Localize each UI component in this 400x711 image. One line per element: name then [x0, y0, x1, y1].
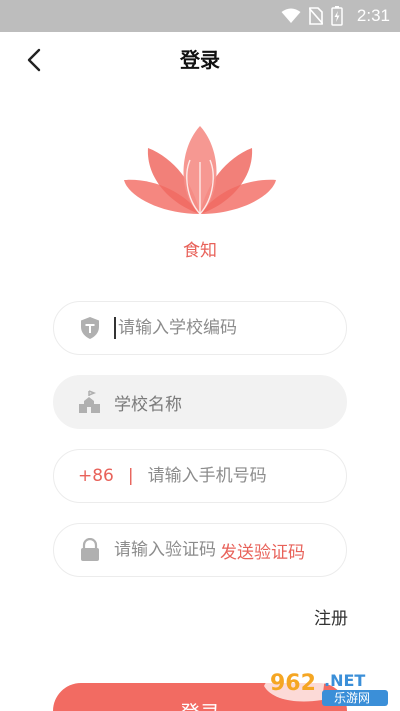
phone-input[interactable] — [147, 466, 348, 486]
school-building-icon — [78, 390, 102, 414]
wifi-icon — [281, 8, 301, 23]
svg-text:.NET: .NET — [324, 671, 365, 690]
verify-code-input[interactable] — [114, 540, 226, 560]
prefix-separator: | — [127, 466, 134, 486]
status-time: 2:31 — [356, 6, 390, 25]
send-code-button[interactable]: 发送验证码 — [220, 538, 305, 563]
status-bar: 2:31 — [0, 0, 400, 32]
login-button-label: 登录 — [180, 697, 220, 711]
no-sim-icon — [308, 7, 323, 25]
school-code-input[interactable] — [118, 318, 318, 338]
top-bar: 登录 — [0, 32, 400, 88]
page-title: 登录 — [180, 48, 220, 72]
lock-icon — [78, 538, 102, 562]
verify-code-field[interactable]: 发送验证码 — [53, 523, 347, 577]
svg-text:962: 962 — [270, 671, 316, 696]
phone-field[interactable]: +86 | — [53, 449, 348, 503]
school-name-label: 学校名称 — [114, 394, 182, 415]
country-code: +86 — [78, 466, 114, 486]
text-cursor — [114, 317, 116, 339]
svg-text:乐游网: 乐游网 — [334, 691, 370, 705]
lotus-logo — [124, 126, 276, 215]
app-name: 食知 — [183, 241, 217, 261]
register-link[interactable]: 注册 — [314, 604, 348, 629]
school-code-field[interactable] — [53, 301, 347, 355]
shield-icon — [78, 316, 102, 340]
school-name-field[interactable]: 学校名称 — [53, 375, 347, 429]
battery-charging-icon — [331, 6, 343, 26]
status-icons: 2:31 — [281, 0, 390, 32]
site-watermark-logo: 962 .NET 乐游网 — [264, 668, 388, 706]
